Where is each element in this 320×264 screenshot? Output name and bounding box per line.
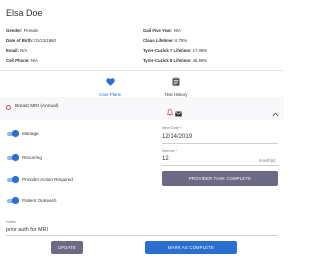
notes-input[interactable]: prior auth for MRI	[6, 227, 48, 233]
cell-phone-info: Cell Phone: N/A	[6, 58, 39, 63]
interval-unit: month(s)	[259, 158, 276, 163]
gender-info: Gender: Female	[6, 28, 39, 33]
notes-label: Notes	[6, 220, 16, 224]
manage-label: Manage	[22, 131, 39, 136]
mail-icon[interactable]	[175, 104, 182, 122]
patient-outreach-label: Patient Outreach	[22, 198, 57, 203]
next-date-label: Next Date *	[162, 126, 182, 130]
tyrer-cuzick-8-info: Tyrer-Cuzick 8 Lifetime: 45.56%	[143, 58, 208, 63]
collapse-chevron-icon[interactable]	[272, 104, 279, 122]
tab-test-history[interactable]: Test History	[151, 73, 201, 97]
care-plan-title: Breast MRI (Annual)	[15, 104, 59, 109]
interval-input[interactable]: 12	[162, 156, 169, 162]
provider-action-toggle[interactable]	[5, 176, 19, 183]
provider-task-complete-button[interactable]: Provider Task Complete	[162, 171, 278, 186]
manage-toggle[interactable]	[5, 130, 19, 137]
tyrer-cuzick-7-info: Tyrer-Cuzick 7 Lifetime: 17.08%	[143, 48, 208, 53]
provider-action-label: Provider Action Required	[22, 177, 73, 182]
claus-lifetime-info: Claus Lifetime: 6.78%	[143, 38, 188, 43]
header-divider	[0, 70, 284, 71]
patient-name: Elsa Doe	[6, 8, 43, 18]
patient-outreach-toggle[interactable]	[5, 197, 19, 204]
heart-icon	[85, 73, 135, 91]
clipboard-icon	[151, 73, 201, 91]
recurring-toggle[interactable]	[5, 154, 19, 161]
dob-info: Date of Birth: 01/13/1960	[6, 38, 56, 43]
gail-five-year-info: Gail Five Year: N/A	[143, 28, 181, 33]
mark-as-complete-button[interactable]: Mark as Complete	[145, 241, 237, 254]
alert-bell-icon[interactable]	[166, 103, 174, 121]
notes-underline	[6, 235, 278, 236]
interval-underline	[162, 165, 278, 166]
update-button[interactable]: Update	[51, 241, 83, 254]
status-circle-icon	[6, 105, 11, 110]
interval-label: Interval *	[162, 149, 177, 153]
recurring-label: Recurring	[22, 155, 42, 160]
email-info: Email: N/A	[6, 48, 28, 53]
next-date-underline	[162, 143, 278, 144]
tab-care-plans[interactable]: Care Plans	[85, 73, 135, 102]
next-date-input[interactable]: 12/14/2019	[162, 134, 192, 140]
